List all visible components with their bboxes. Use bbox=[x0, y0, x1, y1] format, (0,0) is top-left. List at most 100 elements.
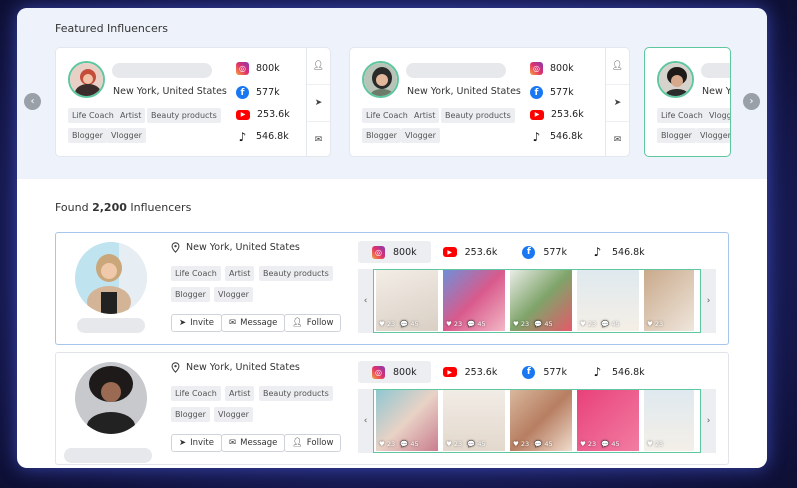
tag: Vlogger bbox=[705, 108, 730, 123]
influencer-row[interactable]: New York, United States Life Coach Artis… bbox=[55, 232, 729, 345]
message-button[interactable]: ✉ Message bbox=[221, 434, 286, 452]
location-text: New York, United States bbox=[186, 362, 300, 373]
featured-card[interactable]: New York, United States Life Coach Artis… bbox=[55, 47, 331, 157]
tiktok-stat: ♪ 546.8k bbox=[591, 361, 645, 383]
instagram-icon: ◎ bbox=[372, 365, 385, 379]
youtube-icon: ▶ bbox=[530, 109, 544, 120]
tiktok-stat: ♪ 546.8k bbox=[236, 130, 289, 144]
follow-button[interactable]: 👤︎ Follow bbox=[284, 314, 342, 332]
tag: Vlogger bbox=[214, 287, 253, 302]
mail-icon: ✉ bbox=[229, 318, 237, 328]
featured-card-active[interactable]: New Y Life Coach Vlogger Blogger Vlogger… bbox=[644, 47, 731, 157]
facebook-stat: f 577k bbox=[236, 86, 280, 99]
message-icon-button[interactable]: ✉ bbox=[307, 122, 330, 156]
tag: Artist bbox=[225, 386, 255, 401]
gallery-prev-button[interactable]: ‹ bbox=[358, 269, 373, 333]
tag: Artist bbox=[410, 108, 440, 123]
location-pin-icon bbox=[171, 362, 180, 373]
send-icon: ➤ bbox=[314, 98, 323, 108]
tiktok-icon: ♪ bbox=[593, 365, 602, 379]
tag: Blogger bbox=[68, 128, 107, 143]
youtube-icon: ▶ bbox=[236, 109, 250, 120]
tag: Blogger bbox=[171, 407, 210, 422]
featured-prev-button[interactable]: ‹ bbox=[24, 93, 41, 110]
instagram-stat: ◎ 800k bbox=[530, 62, 574, 75]
instagram-icon: ◎ bbox=[372, 245, 385, 259]
youtube-stat: ▶ 253.6k bbox=[442, 241, 497, 263]
featured-title: Featured Influencers bbox=[55, 22, 168, 35]
tag: Artist bbox=[225, 266, 255, 281]
location-text: New Y bbox=[702, 86, 731, 97]
tag: Life Coach bbox=[171, 266, 221, 281]
gallery-next-button[interactable]: › bbox=[701, 269, 716, 333]
instagram-stat: ◎ 800k bbox=[358, 361, 431, 383]
tag: Beauty products bbox=[147, 108, 221, 123]
avatar bbox=[68, 61, 105, 98]
tag: Life Coach bbox=[362, 108, 412, 123]
post-gallery: ‹ ♥ 23 💬 45 ♥ 23 💬 45 ♥ 23 💬 45 ♥ 23 💬 45 ♥ … bbox=[358, 389, 716, 453]
post-thumbnail[interactable]: ♥ 23 💬 45 bbox=[510, 270, 572, 331]
featured-card[interactable]: New York, United States Life Coach Artis… bbox=[349, 47, 630, 157]
location-text: New York, United States bbox=[407, 86, 521, 97]
influencer-panel: Featured Influencers ‹ › New York, Unite… bbox=[17, 8, 767, 468]
chevron-right-icon: › bbox=[749, 96, 754, 107]
message-button[interactable]: ✉ Message bbox=[221, 314, 286, 332]
post-thumbnail[interactable]: ♥ 23 💬 45 bbox=[376, 390, 438, 451]
location: New York, United States bbox=[171, 362, 300, 373]
tag: Vlogger bbox=[214, 407, 253, 422]
facebook-stat: f 577k bbox=[522, 361, 567, 383]
name-placeholder bbox=[77, 318, 145, 333]
tag: Life Coach bbox=[68, 108, 118, 123]
avatar bbox=[75, 362, 147, 434]
post-thumbnail[interactable]: ♥ 23 💬 45 bbox=[443, 270, 505, 331]
tag: Artist bbox=[116, 108, 146, 123]
gallery-next-button[interactable]: › bbox=[701, 389, 716, 453]
instagram-stat: ◎ 800k bbox=[358, 241, 431, 263]
post-thumbnail[interactable]: ♥ 23 💬 45 bbox=[443, 390, 505, 451]
chevron-left-icon: ‹ bbox=[363, 296, 368, 306]
user-icon: 👤︎ bbox=[292, 318, 303, 328]
location-text: New York, United States bbox=[186, 242, 300, 253]
gallery-prev-button[interactable]: ‹ bbox=[358, 389, 373, 453]
instagram-stat: ◎ 800k bbox=[236, 62, 280, 75]
facebook-stat: f 577k bbox=[530, 86, 574, 99]
post-thumbnail[interactable]: ♥ 23 💬 45 bbox=[510, 390, 572, 451]
location-pin-icon bbox=[171, 242, 180, 253]
follow-button[interactable]: 👤︎ Follow bbox=[284, 434, 342, 452]
social-stats-bar: ◎ 800k ▶ 253.6k f 577k ♪ 546.8k bbox=[358, 241, 730, 263]
avatar bbox=[657, 61, 694, 98]
card-actions: 👤︎ ➤ ✉ bbox=[605, 48, 629, 156]
instagram-icon: ◎ bbox=[236, 62, 249, 75]
user-icon: 👤︎ bbox=[312, 61, 325, 71]
mail-icon: ✉ bbox=[314, 135, 323, 145]
invite-button[interactable]: ➤ Invite bbox=[171, 434, 222, 452]
invite-icon-button[interactable]: ➤ bbox=[307, 85, 330, 122]
youtube-stat: ▶ 253.6k bbox=[236, 109, 290, 120]
influencer-row[interactable]: New York, United States Life Coach Artis… bbox=[55, 352, 729, 465]
tiktok-stat: ♪ 546.8k bbox=[530, 129, 583, 144]
featured-next-button[interactable]: › bbox=[743, 93, 760, 110]
follow-icon-button[interactable]: 👤︎ bbox=[307, 48, 330, 85]
user-icon: 👤︎ bbox=[611, 61, 624, 71]
tag: Beauty products bbox=[259, 266, 333, 281]
post-thumbnail[interactable]: ♥ 23 💬 45 bbox=[577, 390, 639, 451]
post-thumbnail[interactable]: ♥ 23 bbox=[644, 270, 694, 331]
invite-icon-button[interactable]: ➤ bbox=[606, 85, 629, 122]
avatar bbox=[75, 242, 147, 314]
tag: Life Coach bbox=[657, 108, 707, 123]
send-icon: ➤ bbox=[179, 318, 187, 328]
follow-icon-button[interactable]: 👤︎ bbox=[606, 48, 629, 85]
name-placeholder bbox=[112, 63, 212, 78]
location: New York, United States bbox=[171, 242, 300, 253]
user-icon: 👤︎ bbox=[292, 438, 303, 448]
post-thumbnail[interactable]: ♥ 23 bbox=[644, 390, 694, 451]
post-thumbnail[interactable]: ♥ 23 💬 45 bbox=[577, 270, 639, 331]
mail-icon: ✉ bbox=[613, 135, 622, 145]
invite-button[interactable]: ➤ Invite bbox=[171, 314, 222, 332]
post-thumbnail[interactable]: ♥ 23 💬 45 bbox=[376, 270, 438, 331]
instagram-icon: ◎ bbox=[530, 62, 543, 75]
tiktok-stat: ♪ 546.8k bbox=[591, 241, 645, 263]
facebook-icon: f bbox=[530, 86, 543, 99]
message-icon-button[interactable]: ✉ bbox=[606, 122, 629, 156]
tiktok-icon: ♪ bbox=[532, 129, 541, 144]
